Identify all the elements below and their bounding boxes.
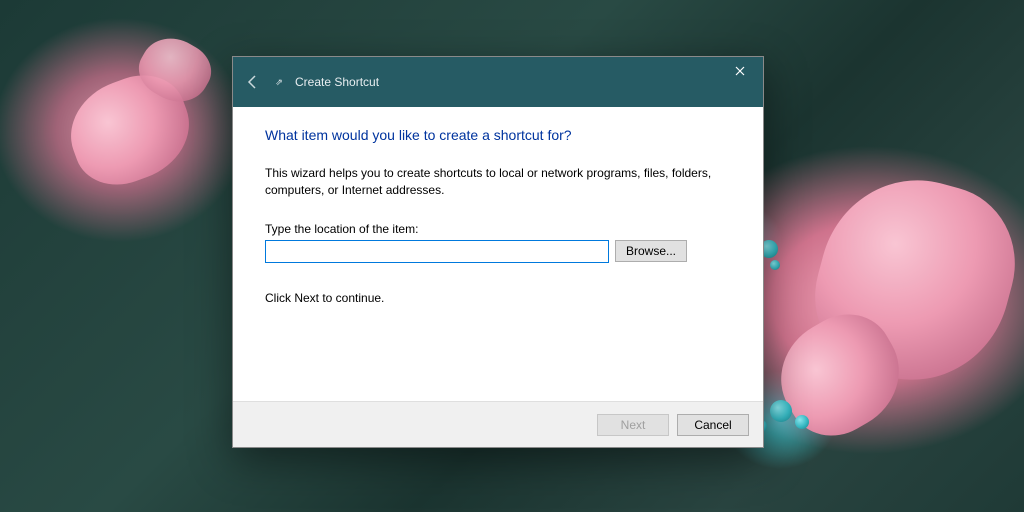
wallpaper-accent xyxy=(770,260,780,270)
desktop-wallpaper: ⇗ Create Shortcut What item would you li… xyxy=(0,0,1024,512)
back-arrow-icon xyxy=(245,74,261,90)
description-text: This wizard helps you to create shortcut… xyxy=(265,165,731,200)
wallpaper-accent xyxy=(795,415,809,429)
close-icon xyxy=(735,66,745,76)
location-row: Browse... xyxy=(265,240,731,263)
close-button[interactable] xyxy=(717,57,763,85)
browse-button[interactable]: Browse... xyxy=(615,240,687,262)
dialog-footer: Next Cancel xyxy=(233,401,763,447)
dialog-content: What item would you like to create a sho… xyxy=(233,107,763,401)
create-shortcut-dialog: ⇗ Create Shortcut What item would you li… xyxy=(232,56,764,448)
shortcut-icon: ⇗ xyxy=(271,74,287,90)
continue-hint: Click Next to continue. xyxy=(265,291,731,305)
location-input[interactable] xyxy=(265,240,609,263)
wallpaper-accent xyxy=(770,400,792,422)
window-title: Create Shortcut xyxy=(295,75,379,89)
back-button[interactable] xyxy=(241,70,265,94)
cancel-button[interactable]: Cancel xyxy=(677,414,749,436)
next-button[interactable]: Next xyxy=(597,414,669,436)
titlebar: ⇗ Create Shortcut xyxy=(233,57,763,107)
location-label: Type the location of the item: xyxy=(265,222,731,236)
page-heading: What item would you like to create a sho… xyxy=(265,127,731,143)
